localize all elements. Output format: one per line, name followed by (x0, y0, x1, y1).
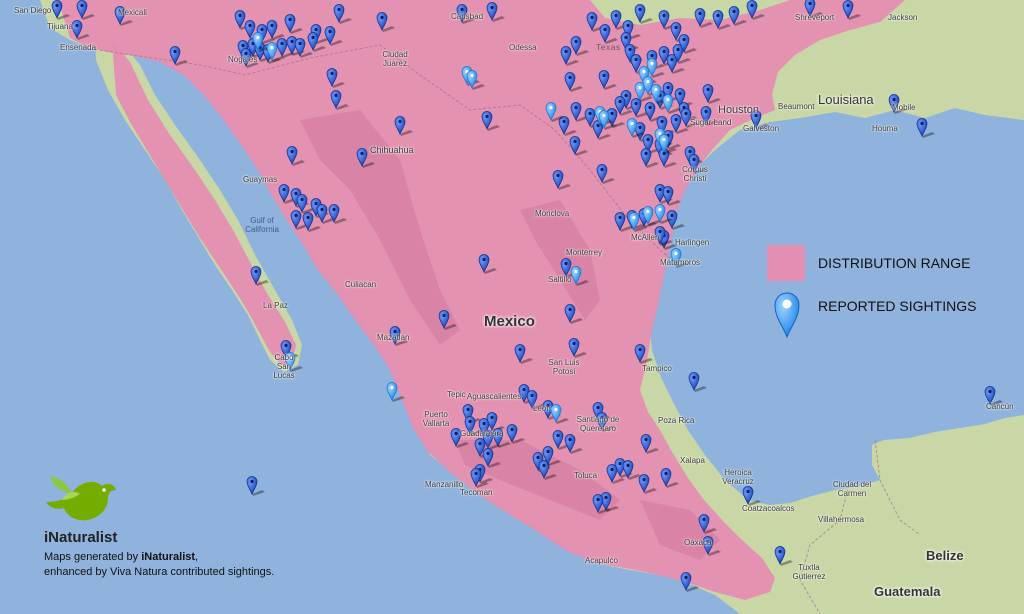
city-label: Mazatlan (377, 333, 410, 342)
city-label: Leon (533, 404, 551, 413)
city-label: Xalapa (680, 456, 705, 465)
city-label: Ensenada (60, 43, 97, 52)
city-label: Guadalajara (460, 429, 504, 438)
country-label-guatemala: Guatemala (874, 584, 941, 599)
country-label-belize: Belize (926, 548, 964, 563)
city-label: Culiacan (345, 280, 377, 289)
city-label: Odessa (509, 43, 537, 52)
city-label: Villahermosa (818, 515, 865, 524)
city-label: Shreveport (795, 13, 835, 22)
city-label: Poza Rica (658, 416, 695, 425)
city-label: Matamoros (660, 258, 701, 267)
city-label: Heroica Veracruz (722, 468, 754, 486)
city-label: Guaymas (243, 175, 278, 184)
city-label: Ciudad del Carmen (832, 480, 872, 498)
city-label: Tepic (447, 390, 466, 399)
city-label: Chihuahua (370, 145, 414, 155)
brand-name: iNaturalist (44, 529, 118, 546)
city-label: Ciudad Juarez (382, 50, 408, 68)
city-label: Santiago de Queretaro (576, 415, 620, 433)
city-label: Cancún (986, 402, 1014, 411)
city-label: Sugar Land (690, 118, 732, 127)
legend-range-swatch (767, 245, 805, 281)
city-label: Manzanillo (425, 480, 464, 489)
state-label-louisiana: Louisiana (818, 92, 874, 107)
city-label: Toluca (574, 471, 598, 480)
city-label: Saltillo (548, 275, 572, 284)
city-label: Monterrey (566, 248, 603, 257)
city-label: San Diego (14, 6, 52, 15)
credit-line: enhanced by Viva Natura contributed sigh… (44, 566, 275, 578)
city-label: Cabo San Lucas (273, 353, 295, 380)
map-canvas[interactable]: San Diego Tijuana Ensenada Mexicali Noga… (0, 0, 1024, 614)
credit-line: Maps generated by iNaturalist, (44, 551, 199, 563)
city-label: Houma (872, 124, 898, 133)
legend-range-label: DISTRIBUTION RANGE (818, 255, 971, 271)
city-label: Tampico (642, 364, 672, 373)
inaturalist-bird-logo (46, 476, 116, 521)
city-label: Beaumont (778, 102, 815, 111)
city-label: Puerto Vallarta (422, 410, 450, 428)
city-label: Acapulco (585, 556, 618, 565)
legend-sightings-label: REPORTED SIGHTINGS (818, 298, 977, 314)
city-label: Oaxaca (684, 538, 712, 547)
city-label: La Paz (263, 301, 288, 310)
city-label: Carlsbad (451, 12, 484, 21)
city-label: Aguascalientes (467, 392, 522, 401)
city-label: San Luis Potosi (548, 358, 580, 376)
city-label: Corpus Christi (682, 165, 708, 183)
city-label: Monclova (535, 209, 570, 218)
water-label: Gulf of California (245, 216, 279, 234)
city-label: Coatzacoalcos (742, 504, 795, 513)
city-label: Tijuana (47, 22, 73, 31)
city-label: Tecoman (460, 488, 493, 497)
city-label: Mexicali (118, 8, 147, 17)
city-label: Galveston (743, 124, 780, 133)
country-label-mexico: Mexico (484, 313, 535, 330)
city-label: Jackson (888, 13, 918, 22)
city-label: Mobile (892, 103, 916, 112)
map-pin-icon (774, 292, 800, 338)
city-label: McAllen (631, 233, 660, 242)
state-label-texas: Texas (596, 42, 621, 52)
city-label: Houston (718, 104, 759, 116)
city-label: Nogales (228, 55, 258, 64)
city-label: Tuxtla Gutierrez (792, 563, 826, 581)
city-label: Harlingen (675, 238, 710, 247)
